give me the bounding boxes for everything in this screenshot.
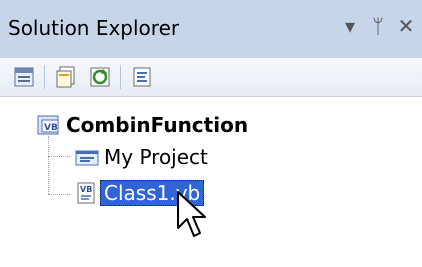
- refresh-button[interactable]: [86, 63, 114, 91]
- tree-node-my-project[interactable]: My Project: [74, 142, 212, 172]
- svg-text:VB: VB: [44, 123, 58, 133]
- auto-hide-pin-icon[interactable]: ᛘ: [366, 14, 390, 38]
- svg-text:VB: VB: [80, 185, 92, 194]
- my-project-icon: [75, 150, 99, 166]
- view-code-icon: [133, 67, 151, 87]
- tree-connector-line: [48, 194, 70, 195]
- toolbar-separator: [44, 65, 45, 89]
- vb-project-icon: VB: [37, 115, 59, 135]
- solution-tree: VB CombinFunction My Project VB Class1.v…: [0, 98, 422, 267]
- toolbar-separator: [120, 65, 121, 89]
- solution-explorer-panel: Solution Explorer ▾ ᛘ ✕ VB CombinFunctio…: [0, 0, 422, 267]
- properties-icon: [14, 67, 34, 87]
- show-all-files-icon: [56, 66, 75, 88]
- toolbar: [0, 58, 422, 97]
- refresh-icon: [90, 67, 110, 87]
- tree-node-project[interactable]: VB CombinFunction: [36, 110, 252, 140]
- close-icon[interactable]: ✕: [394, 14, 418, 38]
- tree-connector-line: [48, 136, 49, 194]
- view-code-button[interactable]: [128, 63, 156, 91]
- properties-button[interactable]: [10, 63, 38, 91]
- title-bar: Solution Explorer ▾ ᛘ ✕: [0, 0, 422, 59]
- mouse-pointer-icon: [177, 191, 206, 237]
- tree-node-label: My Project: [104, 145, 208, 169]
- tree-connector-line: [48, 156, 70, 157]
- show-all-files-button[interactable]: [52, 63, 80, 91]
- panel-title: Solution Explorer: [8, 16, 180, 40]
- tree-node-label: CombinFunction: [66, 113, 249, 137]
- vb-file-icon: VB: [77, 182, 95, 204]
- window-position-dropdown-icon[interactable]: ▾: [338, 14, 362, 38]
